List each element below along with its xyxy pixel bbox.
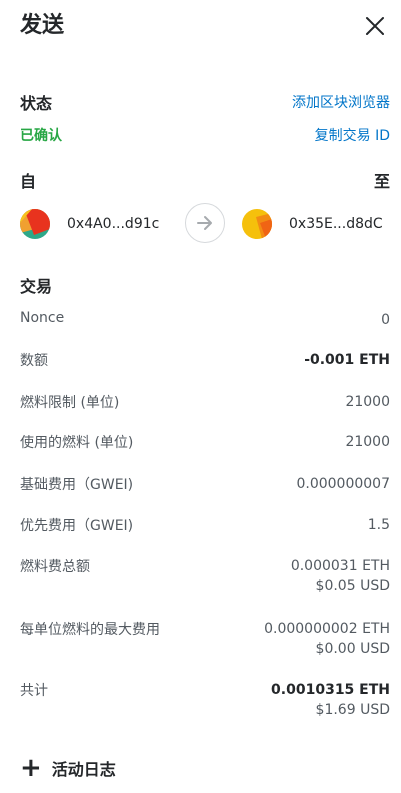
tx-value: 21000 (345, 434, 390, 450)
close-icon[interactable] (363, 14, 387, 38)
tx-value-fiat: $0.00 USD (315, 641, 390, 657)
tx-row-amount: 数额 -0.001 ETH (20, 350, 390, 370)
tx-label: 燃料限制 (单位) (20, 395, 120, 411)
tx-value: 0 (381, 312, 390, 328)
arrow-right-icon (185, 203, 225, 243)
tx-row-total-gas-fee: 燃料费总额 0.000031 ETH $0.05 USD (20, 556, 390, 596)
from-to-labels: 自 至 (20, 168, 390, 192)
tx-value: 0.000000002 ETH $0.00 USD (264, 619, 390, 659)
tx-value-fiat: $1.69 USD (315, 702, 390, 718)
tx-value: 0.0010315 ETH $1.69 USD (271, 680, 390, 720)
status-heading: 状态 (20, 94, 53, 113)
tx-label: 每单位燃料的最大费用 (20, 622, 160, 638)
add-block-explorer-link[interactable]: 添加区块浏览器 (292, 92, 390, 112)
tx-row-priority-fee: 优先费用（GWEI) 1.5 (20, 515, 390, 535)
tx-value-main: 0.000000002 ETH (264, 621, 390, 637)
tx-row-nonce: Nonce 0 (20, 310, 390, 330)
status-badge: 已确认 (20, 128, 62, 144)
to-address[interactable]: 0x35E...d8dC (289, 216, 383, 232)
status-detail-row: 已确认 复制交易 ID (20, 125, 390, 145)
tx-row-base-fee: 基础费用（GWEI) 0.000000007 (20, 474, 390, 494)
to-avatar (242, 209, 272, 239)
tx-value-main: 0.000031 ETH (290, 558, 390, 574)
activity-log-label: 活动日志 (51, 760, 116, 779)
tx-row-gas-used: 使用的燃料 (单位) 21000 (20, 432, 390, 452)
from-label: 自 (20, 172, 37, 191)
tx-label: 燃料费总额 (20, 559, 90, 575)
tx-value: -0.001 ETH (304, 352, 390, 368)
from-address[interactable]: 0x4A0...d91c (67, 216, 159, 232)
tx-label: 数额 (20, 353, 48, 369)
tx-value-main: 0.0010315 ETH (271, 682, 390, 698)
from-avatar (20, 209, 50, 239)
tx-value: 0.000031 ETH $0.05 USD (291, 556, 390, 596)
page-title: 发送 (20, 13, 65, 38)
tx-value-fiat: $0.05 USD (315, 578, 390, 594)
tx-row-max-fee: 每单位燃料的最大费用 0.000000002 ETH $0.00 USD (20, 619, 390, 659)
to-label: 至 (373, 172, 390, 191)
address-row: 0x4A0...d91c 0x35E...d8dC (20, 203, 390, 245)
transaction-heading-row: 交易 (20, 273, 390, 297)
header: 发送 (20, 12, 387, 42)
status-row: 状态 添加区块浏览器 (20, 90, 390, 114)
tx-label: 优先费用（GWEI) (20, 518, 134, 534)
plus-icon: + (20, 753, 42, 783)
tx-value: 0.000000007 (296, 476, 390, 492)
copy-tx-id-link[interactable]: 复制交易 ID (315, 125, 390, 145)
tx-label: 使用的燃料 (单位) (20, 435, 134, 451)
tx-row-gas-limit: 燃料限制 (单位) 21000 (20, 392, 390, 412)
transaction-heading: 交易 (20, 277, 53, 296)
tx-label: Nonce (20, 310, 65, 326)
tx-row-total: 共计 0.0010315 ETH $1.69 USD (20, 680, 390, 720)
tx-value: 21000 (345, 394, 390, 410)
tx-label: 基础费用（GWEI) (20, 477, 134, 493)
tx-label: 共计 (20, 683, 48, 699)
activity-log-toggle[interactable]: + 活动日志 (20, 753, 116, 783)
tx-value: 1.5 (367, 517, 390, 533)
